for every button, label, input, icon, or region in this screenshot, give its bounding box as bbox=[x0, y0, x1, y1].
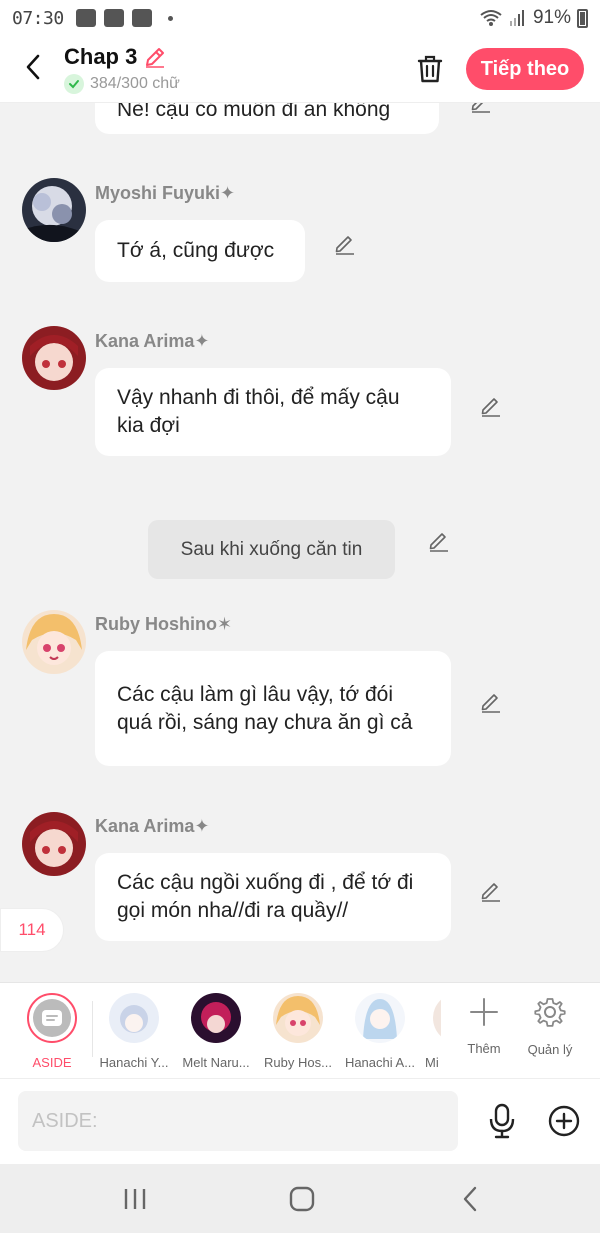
next-button[interactable]: Tiếp theo bbox=[466, 48, 584, 90]
edit-message-button[interactable] bbox=[478, 877, 504, 903]
character-melt-naru[interactable]: Melt Naru... bbox=[175, 993, 257, 1070]
character-name: Kana Arima✦ bbox=[95, 331, 210, 351]
delete-button[interactable] bbox=[412, 52, 448, 86]
add-content-button[interactable] bbox=[546, 1103, 582, 1139]
system-back-button[interactable] bbox=[450, 1182, 490, 1216]
system-nav-bar bbox=[0, 1164, 600, 1233]
chat-area[interactable]: Nè! cậu có muốn đi ăn không Myoshi Fuyuk… bbox=[0, 102, 600, 982]
back-icon bbox=[463, 1186, 477, 1212]
manage-characters-button[interactable]: Quản lý bbox=[518, 995, 582, 1057]
chapter-title[interactable]: Chap 3 bbox=[64, 44, 180, 70]
character-name: Ruby Hoshino✶ bbox=[95, 614, 233, 634]
edit-title-icon[interactable] bbox=[143, 45, 167, 69]
battery-icon bbox=[577, 8, 588, 28]
signal-icon bbox=[509, 10, 524, 26]
voice-input-button[interactable] bbox=[484, 1101, 520, 1141]
home-button[interactable] bbox=[282, 1182, 322, 1216]
recent-apps-icon bbox=[124, 1189, 146, 1209]
microphone-icon bbox=[489, 1103, 515, 1139]
home-icon bbox=[289, 1186, 315, 1212]
avatar bbox=[433, 993, 441, 1043]
avatar-kana-arima[interactable] bbox=[22, 326, 86, 390]
aside-icon bbox=[33, 999, 71, 1037]
edit-message-button[interactable] bbox=[468, 102, 494, 114]
status-bar: 07:30 91% bbox=[0, 0, 600, 36]
pencil-icon bbox=[429, 533, 448, 552]
plus-icon bbox=[470, 998, 498, 1026]
avatar bbox=[273, 993, 323, 1043]
chevron-left-icon bbox=[26, 54, 40, 80]
word-count: 384/300 chữ bbox=[90, 75, 180, 92]
avatar-kana-arima[interactable] bbox=[22, 812, 86, 876]
character-aside[interactable]: ASIDE bbox=[11, 993, 93, 1070]
pencil-icon bbox=[481, 883, 500, 902]
character-name: Kana Arima✦ bbox=[95, 816, 210, 836]
battery-percent: 91% bbox=[532, 7, 571, 28]
avatar bbox=[191, 993, 241, 1043]
character-hanachi-a[interactable]: Hanachi A... bbox=[339, 993, 421, 1070]
message-bubble[interactable]: Các cậu làm gì lâu vậy, tớ đói quá rồi, … bbox=[95, 651, 451, 766]
recent-apps-button[interactable] bbox=[115, 1182, 155, 1216]
message-bubble[interactable]: Các cậu ngồi xuống đi , để tớ đi gọi món… bbox=[95, 853, 451, 941]
editor-header: Chap 3 384/300 chữ Tiếp theo bbox=[0, 36, 600, 102]
pencil-icon bbox=[481, 398, 500, 417]
avatar bbox=[355, 993, 405, 1043]
pencil-icon bbox=[481, 694, 500, 713]
gallery-icon bbox=[103, 9, 124, 27]
gear-icon bbox=[534, 998, 566, 1027]
message-count-badge[interactable]: 114 bbox=[0, 908, 64, 952]
pencil-icon bbox=[471, 102, 490, 113]
message-bubble[interactable]: Vậy nhanh đi thôi, để mấy cậu kia đợi bbox=[95, 368, 451, 456]
edit-message-button[interactable] bbox=[426, 527, 452, 553]
edit-message-button[interactable] bbox=[478, 688, 504, 714]
edit-message-button[interactable] bbox=[478, 392, 504, 418]
avatar-myoshi-fuyuki[interactable] bbox=[22, 178, 86, 242]
avatar bbox=[109, 993, 159, 1043]
folder-icon bbox=[131, 9, 152, 27]
character-name: Myoshi Fuyuki✦ bbox=[95, 183, 236, 203]
message-bubble[interactable]: Nè! cậu có muốn đi ăn không bbox=[95, 102, 439, 134]
character-hanachi-y[interactable]: Hanachi Y... bbox=[93, 993, 175, 1070]
trash-icon bbox=[417, 55, 443, 83]
wifi-icon bbox=[480, 10, 502, 26]
input-bar bbox=[0, 1078, 600, 1164]
back-button[interactable] bbox=[18, 50, 48, 84]
more-notifications-icon bbox=[167, 15, 173, 21]
pencil-icon bbox=[335, 236, 354, 255]
edit-message-button[interactable] bbox=[332, 230, 358, 256]
narration-bubble[interactable]: Sau khi xuống căn tin bbox=[148, 520, 395, 579]
notification-app-icon bbox=[75, 9, 96, 27]
character-ruby-hos[interactable]: Ruby Hos... bbox=[257, 993, 339, 1070]
message-bubble[interactable]: Tớ á, cũng được bbox=[95, 220, 305, 282]
plus-circle-icon bbox=[548, 1105, 580, 1137]
character-selector: ASIDE Hanachi Y... Melt Naru... Ruby Hos… bbox=[0, 982, 600, 1078]
avatar-ruby-hoshino[interactable] bbox=[22, 610, 86, 674]
check-icon bbox=[64, 74, 84, 94]
status-time: 07:30 bbox=[12, 7, 64, 29]
add-character-button[interactable]: Thêm bbox=[452, 995, 516, 1056]
character-mi[interactable]: Mi bbox=[421, 993, 441, 1070]
message-input[interactable] bbox=[18, 1091, 458, 1151]
